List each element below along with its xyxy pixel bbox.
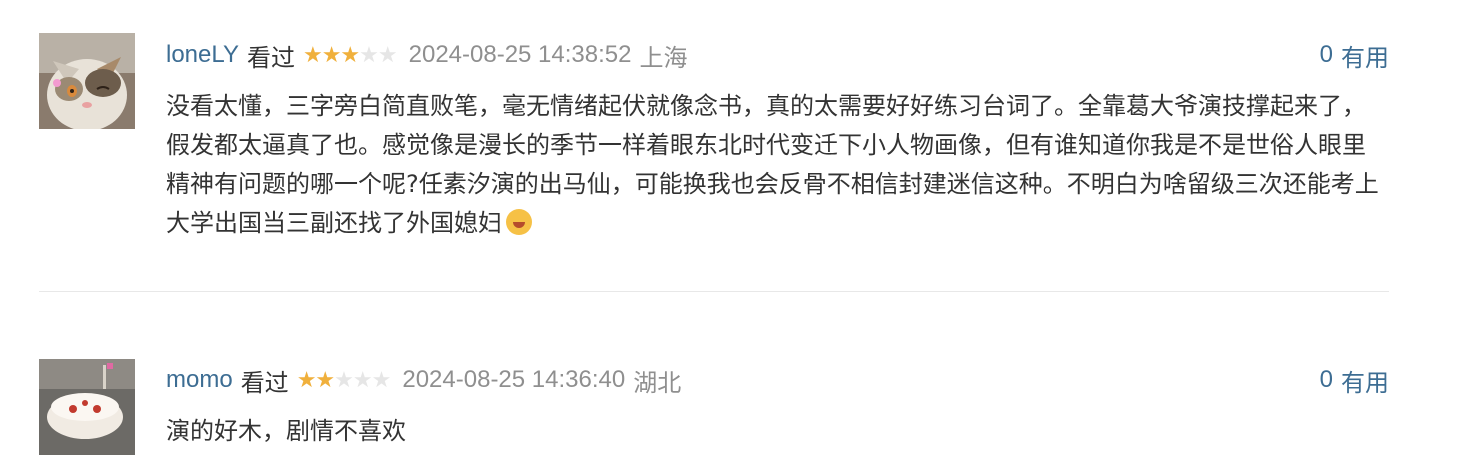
comment-meta: loneLY 看过 ★ ★ ★ ★ ★ 2024-08-25 14:38:52 … — [166, 37, 687, 73]
useful-vote-button[interactable]: 0 有用 — [1320, 37, 1389, 73]
comment-body: 没看太懂，三字旁白简直败笔，毫无情绪起伏就像念书，真的太需要好好练习台词了。全靠… — [166, 92, 1379, 237]
vote-label: 有用 — [1341, 369, 1389, 397]
divider — [39, 291, 1389, 292]
rating-stars: ★ ★ ★ ★ ★ — [302, 42, 398, 67]
user-avatar[interactable] — [39, 33, 135, 129]
username-link[interactable]: loneLY — [166, 41, 239, 69]
star-icon: ★ — [359, 42, 379, 67]
comment-time: 2024-08-25 14:36:40 — [402, 366, 626, 393]
comment-text: 演的好木，剧情不喜欢 — [166, 412, 1388, 451]
watch-status: 看过 — [240, 369, 289, 397]
star-icon: ★ — [377, 42, 398, 67]
star-icon: ★ — [371, 367, 392, 392]
user-avatar[interactable] — [39, 359, 135, 455]
vote-label: 有用 — [1341, 44, 1389, 72]
star-icon: ★ — [340, 42, 361, 67]
vote-count: 0 — [1319, 366, 1333, 393]
star-icon: ★ — [315, 367, 336, 392]
cake-avatar-icon — [39, 359, 135, 455]
comment-location: 上海 — [639, 44, 688, 72]
username-link[interactable]: momo — [166, 366, 233, 394]
star-icon: ★ — [302, 42, 323, 67]
rofl-emoji-icon — [506, 209, 532, 235]
comment-time: 2024-08-25 14:38:52 — [408, 41, 632, 68]
comment-body: 演的好木，剧情不喜欢 — [166, 417, 406, 445]
vote-count: 0 — [1319, 41, 1333, 68]
star-icon: ★ — [352, 367, 373, 392]
comment-location: 湖北 — [633, 369, 682, 397]
useful-vote-button[interactable]: 0 有用 — [1320, 362, 1389, 398]
comment-text: 没看太懂，三字旁白简直败笔，毫无情绪起伏就像念书，真的太需要好好练习台词了。全靠… — [166, 87, 1388, 243]
cat-avatar-icon — [39, 33, 135, 129]
star-icon: ★ — [334, 367, 354, 392]
rating-stars: ★ ★ ★ ★ ★ — [296, 367, 392, 392]
star-icon: ★ — [321, 42, 342, 67]
star-icon: ★ — [296, 367, 317, 392]
comment-meta: momo 看过 ★ ★ ★ ★ ★ 2024-08-25 14:36:40 湖北 — [166, 362, 681, 398]
watch-status: 看过 — [246, 44, 295, 72]
